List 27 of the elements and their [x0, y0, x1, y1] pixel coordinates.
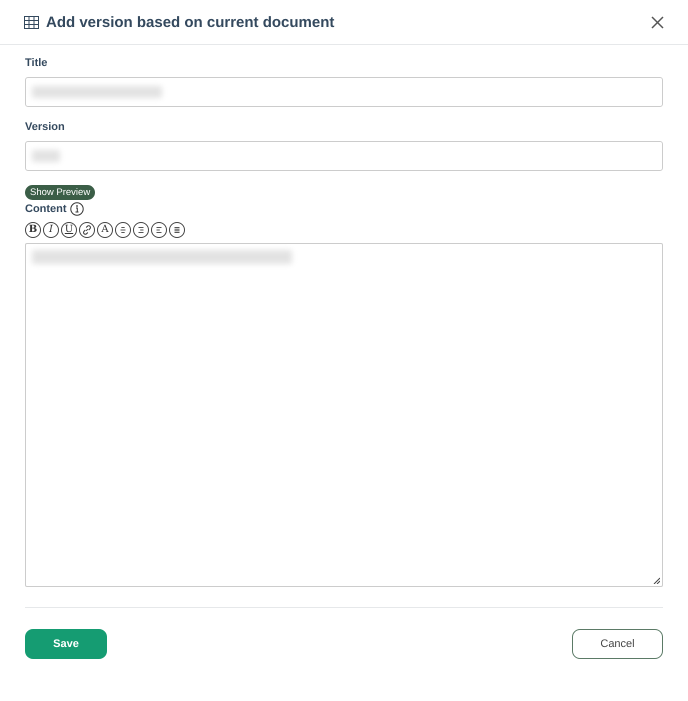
align-left-icon: [154, 225, 164, 235]
link-button[interactable]: [79, 222, 95, 238]
blurred-value: [32, 150, 60, 162]
align-justify-button[interactable]: [169, 222, 185, 238]
show-preview-button[interactable]: Show Preview: [25, 185, 96, 200]
link-icon: [82, 225, 92, 235]
text-field[interactable]: [25, 141, 663, 171]
text-field[interactable]: [25, 77, 663, 107]
plain-button[interactable]: A: [97, 222, 113, 238]
align-right-icon: [136, 225, 146, 235]
underline-button[interactable]: U: [61, 222, 77, 238]
bold-button[interactable]: B: [25, 222, 41, 238]
table-icon: [24, 16, 39, 28]
align-right-button[interactable]: [133, 222, 149, 238]
cancel-button[interactable]: Cancel: [572, 629, 663, 659]
dialog-title: Add version based on current document: [46, 14, 336, 30]
resize-handle-icon[interactable]: [653, 577, 660, 584]
italic-button[interactable]: I: [43, 222, 59, 238]
info-icon[interactable]: [70, 202, 84, 216]
field-label: Title: [25, 57, 48, 69]
align-left-button[interactable]: [151, 222, 167, 238]
align-center-icon: [118, 225, 128, 235]
close-icon[interactable]: [651, 16, 664, 28]
align-justify-icon: [172, 225, 182, 235]
field-label: Content: [25, 203, 67, 215]
align-center-button[interactable]: [115, 222, 131, 238]
field-label: Version: [25, 121, 66, 133]
